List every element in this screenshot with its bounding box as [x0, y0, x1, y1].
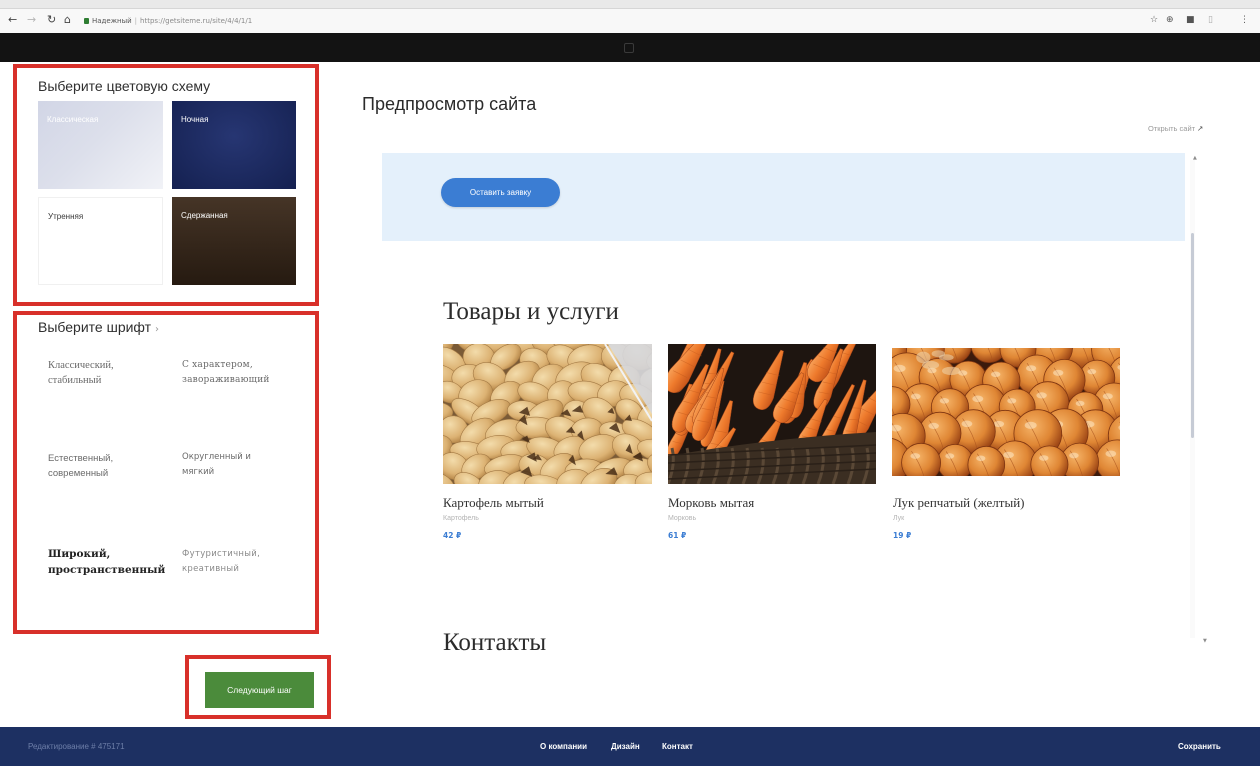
- address-bar[interactable]: Надежный | https://getsiteme.ru/site/4/4/1…: [84, 14, 320, 28]
- secure-label: Надежный: [92, 17, 132, 25]
- color-scheme-label: Ночная: [181, 115, 209, 124]
- color-scheme-morning[interactable]: Утренняя: [38, 197, 163, 285]
- product-name: Картофель мытый: [443, 495, 544, 510]
- scroll-up-icon[interactable]: ▲: [1193, 155, 1197, 161]
- font-title: Выберите шрифт: [38, 319, 152, 335]
- leave-request-button[interactable]: Оставить заявку: [441, 178, 560, 207]
- font-option-rounded[interactable]: Округленный и мягкий: [182, 450, 282, 480]
- product-price: 61 ₽: [668, 531, 687, 540]
- extension-icon[interactable]: ■: [1186, 14, 1195, 26]
- url-text: https://getsiteme.ru/site/4/4/1/1: [140, 17, 253, 25]
- product-category: Лук: [893, 515, 905, 522]
- menu-icon[interactable]: ⋮: [1240, 14, 1249, 26]
- color-scheme-label: Утренняя: [48, 212, 84, 221]
- next-step-button[interactable]: Следующий шаг: [205, 672, 314, 708]
- address-separator: |: [134, 17, 138, 25]
- color-scheme-reserved[interactable]: Сдержанная: [172, 197, 296, 285]
- products-section-title: Товары и услуги: [443, 298, 619, 325]
- forward-icon[interactable]: →: [27, 13, 36, 27]
- browser-tab-strip: [0, 0, 1260, 9]
- lock-icon: [84, 18, 89, 24]
- logo-icon: [624, 43, 634, 53]
- color-scheme-label: Классическая: [47, 115, 99, 124]
- back-icon[interactable]: ←: [8, 13, 17, 27]
- zoom-icon[interactable]: ⊕: [1166, 14, 1174, 26]
- footer-link-about[interactable]: О компании: [540, 741, 587, 752]
- product-card[interactable]: Морковь мытая Морковь 61 ₽: [668, 344, 898, 544]
- product-category: Картофель: [443, 515, 479, 522]
- editor-footer: Редактирование # 475171 О компании Дизай…: [0, 727, 1260, 766]
- color-scheme-night[interactable]: Ночная: [172, 101, 296, 189]
- product-image-onions: [892, 348, 1120, 476]
- product-card[interactable]: Лук репчатый (желтый) Лук 19 ₽: [892, 344, 1122, 544]
- preview-scrollbar-thumb[interactable]: [1191, 233, 1194, 438]
- open-site-link[interactable]: Открыть сайт ↗: [1148, 124, 1203, 134]
- product-image-carrots: [668, 344, 876, 484]
- font-section-header: Выберите шрифт ›: [38, 319, 159, 338]
- font-option-character[interactable]: С характером, завораживающий: [182, 358, 282, 388]
- product-price: 19 ₽: [893, 531, 912, 540]
- color-scheme-classic[interactable]: Классическая: [38, 101, 163, 189]
- chevron-right-icon: ›: [155, 324, 160, 335]
- product-name: Морковь мытая: [668, 495, 755, 510]
- editor-top-bar: [0, 33, 1260, 62]
- cast-icon[interactable]: ▯: [1208, 14, 1213, 26]
- home-icon[interactable]: ⌂: [64, 13, 71, 27]
- font-option-wide[interactable]: Широкий, пространственный: [48, 546, 173, 578]
- external-link-icon: ↗: [1197, 124, 1204, 133]
- font-option-classic[interactable]: Классический, стабильный: [48, 358, 148, 388]
- editing-status: Редактирование # 475171: [28, 742, 125, 751]
- star-icon[interactable]: ☆: [1150, 14, 1158, 26]
- save-button[interactable]: Сохранить: [1178, 741, 1221, 752]
- product-image-potatoes: [443, 344, 652, 484]
- scroll-down-icon[interactable]: ▼: [1203, 638, 1207, 644]
- font-option-natural[interactable]: Естественный, современный: [48, 451, 148, 481]
- product-name: Лук репчатый (желтый): [893, 495, 1025, 510]
- font-option-futuristic[interactable]: Футуристичный, креативный: [182, 547, 282, 577]
- color-scheme-label: Сдержанная: [181, 211, 228, 220]
- browser-toolbar: ← → ↻ ⌂ Надежный | https://getsiteme.ru/si…: [0, 9, 1260, 33]
- contacts-section-title: Контакты: [443, 629, 547, 656]
- product-price: 42 ₽: [443, 531, 462, 540]
- product-card[interactable]: Картофель мытый Картофель 42 ₽: [443, 344, 673, 544]
- footer-link-contact[interactable]: Контакт: [662, 741, 693, 752]
- open-site-label: Открыть сайт: [1148, 124, 1196, 133]
- footer-link-design[interactable]: Дизайн: [611, 741, 640, 752]
- page-title: Предпросмотр сайта: [362, 94, 537, 114]
- reload-icon[interactable]: ↻: [47, 13, 56, 27]
- product-category: Морковь: [668, 515, 697, 522]
- color-scheme-title: Выберите цветовую схему: [38, 78, 211, 94]
